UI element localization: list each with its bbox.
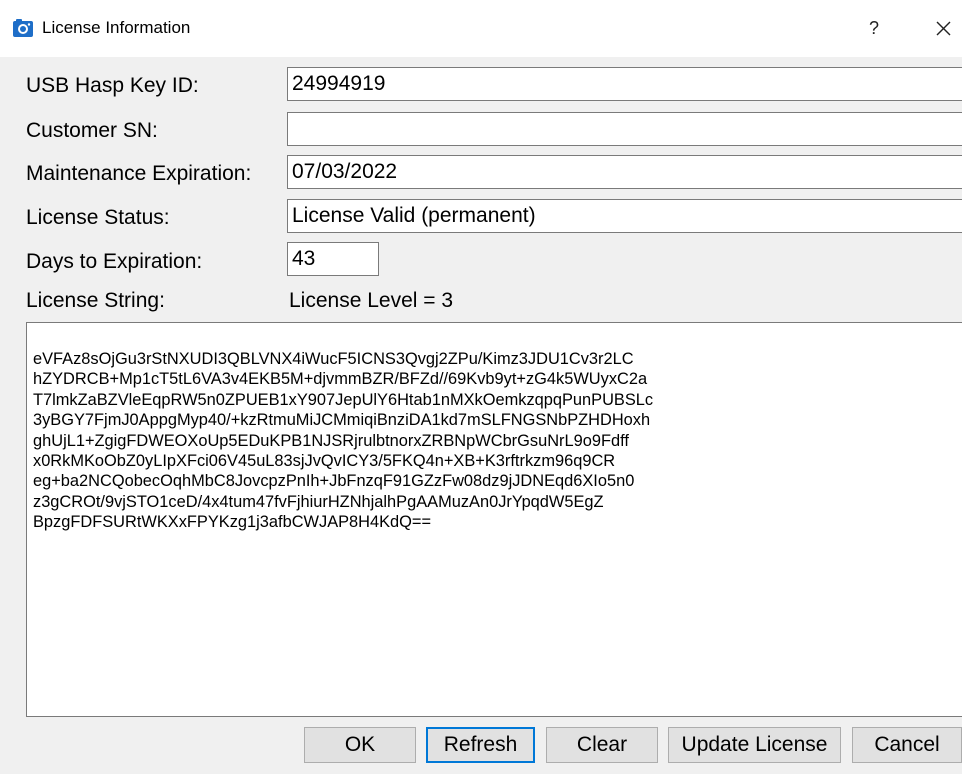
ok-button[interactable]: OK (304, 727, 416, 763)
camera-icon (13, 19, 33, 37)
title-bar: License Information ? (0, 0, 962, 57)
license-information-dialog: License Information ? USB Hasp Key ID: 2… (0, 0, 962, 774)
license-status-label: License Status: (26, 206, 170, 229)
customer-sn-label: Customer SN: (26, 119, 158, 142)
days-to-expiration-field[interactable]: 43 (287, 242, 379, 276)
license-string-content: eVFAz8sOjGu3rStNXUDI3QBLVNX4iWucF5ICNS3Q… (33, 350, 654, 532)
license-level-text: License Level = 3 (289, 289, 454, 312)
close-icon[interactable] (926, 10, 960, 46)
help-button[interactable]: ? (860, 12, 888, 44)
license-status-field[interactable]: License Valid (permanent) (287, 199, 962, 233)
days-to-expiration-label: Days to Expiration: (26, 250, 203, 273)
license-string-textarea[interactable]: eVFAz8sOjGu3rStNXUDI3QBLVNX4iWucF5ICNS3Q… (26, 322, 962, 717)
customer-sn-field[interactable] (287, 112, 962, 146)
maintenance-expiration-label: Maintenance Expiration: (26, 162, 252, 185)
update-license-button[interactable]: Update License (668, 727, 841, 763)
refresh-button[interactable]: Refresh (426, 727, 535, 763)
license-string-label: License String: (26, 289, 165, 312)
clear-button[interactable]: Clear (546, 727, 658, 763)
cancel-button[interactable]: Cancel (852, 727, 962, 763)
maintenance-expiration-field[interactable]: 07/03/2022 (287, 155, 962, 189)
usb-hasp-key-id-field[interactable]: 24994919 (287, 67, 962, 101)
usb-hasp-key-id-label: USB Hasp Key ID: (26, 74, 199, 97)
window-title: License Information (42, 18, 191, 37)
